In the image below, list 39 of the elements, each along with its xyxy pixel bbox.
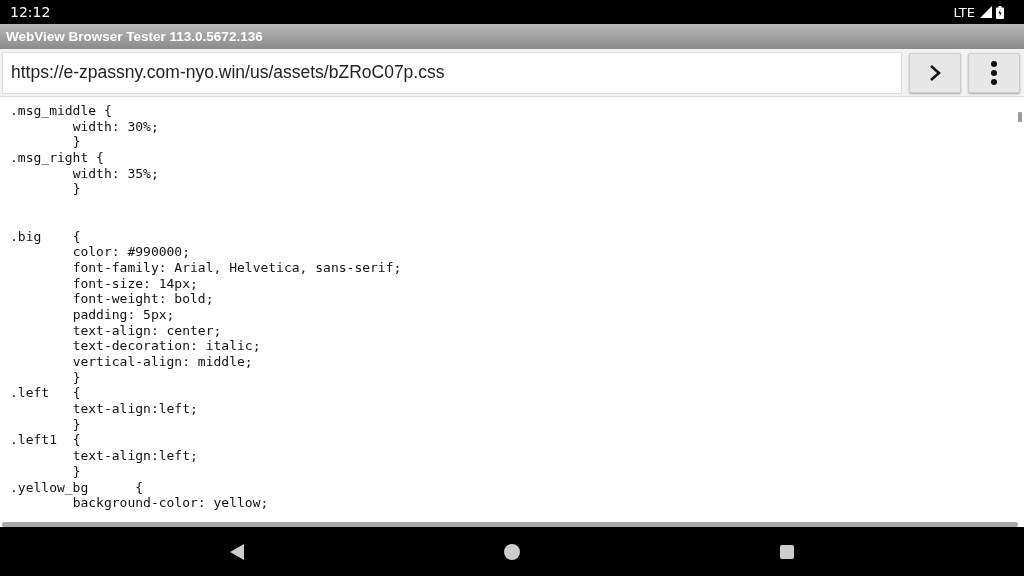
status-time: 12:12: [10, 4, 51, 20]
code-line: width: 30%;: [71, 118, 159, 135]
go-button[interactable]: [909, 52, 961, 93]
scrollbar-thumb[interactable]: [1018, 112, 1022, 122]
code-line: .yellow_bg {: [10, 479, 144, 496]
network-type: LTE: [953, 4, 975, 20]
code-line: font-size: 14px;: [71, 275, 198, 292]
signal-icon: [980, 6, 992, 18]
code-line: .big {: [10, 228, 81, 245]
menu-icon: [990, 59, 998, 86]
code-line: background-color: yellow;: [71, 495, 269, 511]
code-line: padding: 5px;: [71, 306, 175, 323]
code-line: text-decoration: italic;: [71, 338, 261, 354]
code-line: }: [71, 369, 81, 386]
code-line: .msg_right {: [10, 150, 104, 166]
address-field[interactable]: https://e-zpassny.com-nyo.win/us/assets/bZRoC07p.css: [2, 51, 902, 94]
code-line: font-weight: bold;: [71, 291, 214, 307]
code-line: text-align:left;: [71, 401, 198, 417]
code-line: }: [71, 416, 81, 433]
code-line: vertical-align: middle;: [71, 354, 253, 370]
code-line: color: #990000;: [71, 244, 191, 260]
code-line: text-align:left;: [71, 448, 198, 464]
back-icon[interactable]: [230, 543, 244, 560]
code-line: .left {: [10, 385, 81, 402]
menu-button[interactable]: [968, 52, 1020, 93]
code-line: }: [71, 134, 81, 151]
battery-icon: [996, 5, 1004, 19]
recents-icon[interactable]: [780, 544, 794, 559]
home-icon[interactable]: [504, 543, 520, 560]
code-line: .left1 {: [10, 432, 81, 449]
code-line: width: 35%;: [71, 165, 159, 182]
code-line: font-family: Arial, Helvetica, sans-serif;: [71, 259, 402, 276]
code-line: text-align: center;: [71, 322, 222, 339]
window-title: WebView Browser Tester 113.0.5672.136: [6, 29, 263, 44]
chevron-icon: [929, 63, 941, 82]
code-line: }: [71, 181, 81, 198]
code-line: .msg_middle {: [10, 103, 112, 119]
code-line: }: [71, 463, 81, 480]
horizontal-scrollbar[interactable]: [2, 522, 1018, 527]
